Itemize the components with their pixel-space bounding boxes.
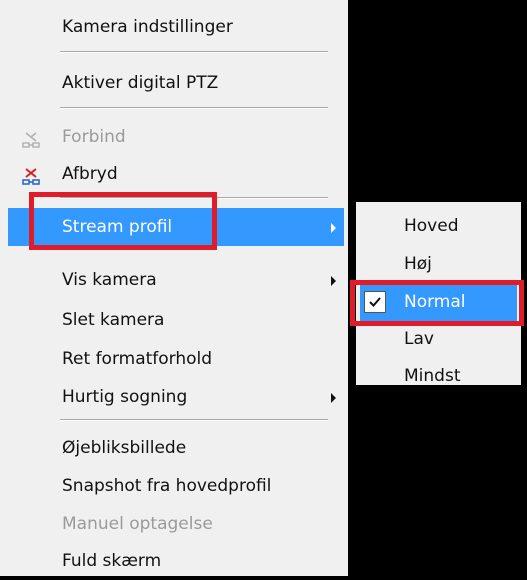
menu-separator (60, 197, 328, 199)
menu-separator (60, 51, 328, 53)
menu-item-label: Fuld skærm (62, 551, 162, 571)
menu-item-label: Slet kamera (62, 310, 165, 330)
context-menu: Kamera indstillinger Aktiver digital PTZ… (0, 0, 348, 576)
menu-separator (60, 419, 328, 421)
menu-item-label: Øjebliksbillede (62, 438, 187, 458)
menu-item-vis-kamera[interactable]: Vis kamera (8, 261, 344, 299)
menu-item-label: Ret formatforhold (62, 349, 213, 369)
menu-item-forbind[interactable]: Forbind (8, 118, 344, 156)
submenu-arrow-icon (331, 276, 336, 286)
menu-item-fuld-skaerm[interactable]: Fuld skærm (8, 542, 344, 580)
submenu-item-lav[interactable]: Lav (360, 320, 517, 358)
menu-item-afbryd[interactable]: Afbryd (8, 155, 344, 193)
menu-item-hurtig-sogning[interactable]: Hurtig sogning (8, 378, 344, 416)
menu-item-snapshot-fra-hovedprofil[interactable]: Snapshot fra hovedprofil (8, 467, 344, 505)
menu-item-kamera-indstillinger[interactable]: Kamera indstillinger (8, 8, 344, 46)
connect-icon (20, 127, 42, 148)
menu-item-label: Forbind (62, 127, 126, 147)
submenu-item-label: Hoved (404, 216, 459, 236)
disconnect-icon (20, 164, 42, 185)
menu-item-label: Manuel optagelse (62, 514, 213, 534)
submenu-item-hoj[interactable]: Høj (360, 245, 517, 283)
menu-item-manuel-optagelse[interactable]: Manuel optagelse (8, 505, 344, 543)
menu-item-label: Aktiver digital PTZ (62, 73, 219, 93)
menu-item-label: Kamera indstillinger (62, 17, 233, 37)
menu-item-ojebliksbillede[interactable]: Øjebliksbillede (8, 429, 344, 467)
menu-item-stream-profil[interactable]: Stream profil (8, 208, 344, 246)
submenu-item-normal[interactable]: Normal (360, 283, 517, 321)
submenu-arrow-icon (331, 223, 336, 233)
menu-item-label: Afbryd (62, 164, 118, 184)
submenu-item-label: Høj (404, 254, 432, 274)
submenu-item-label: Mindst (404, 366, 461, 386)
submenu-item-mindst[interactable]: Mindst (360, 357, 517, 395)
menu-separator (60, 107, 328, 109)
submenu-item-label: Normal (404, 292, 466, 312)
menu-item-label: Snapshot fra hovedprofil (62, 476, 272, 496)
menu-item-ret-formatforhold[interactable]: Ret formatforhold (8, 340, 344, 378)
submenu-item-hoved[interactable]: Hoved (360, 207, 517, 245)
menu-item-label: Hurtig sogning (62, 387, 188, 407)
submenu-arrow-icon (331, 393, 336, 403)
menu-item-slet-kamera[interactable]: Slet kamera (8, 301, 344, 339)
stream-profil-submenu: Hoved Høj Normal Lav Mindst (356, 202, 521, 386)
submenu-item-label: Lav (404, 329, 434, 349)
menu-item-label: Vis kamera (62, 270, 157, 290)
menu-item-label: Stream profil (62, 217, 173, 237)
menu-item-aktiver-digital-ptz[interactable]: Aktiver digital PTZ (8, 64, 344, 102)
checkmark-icon (364, 291, 386, 313)
